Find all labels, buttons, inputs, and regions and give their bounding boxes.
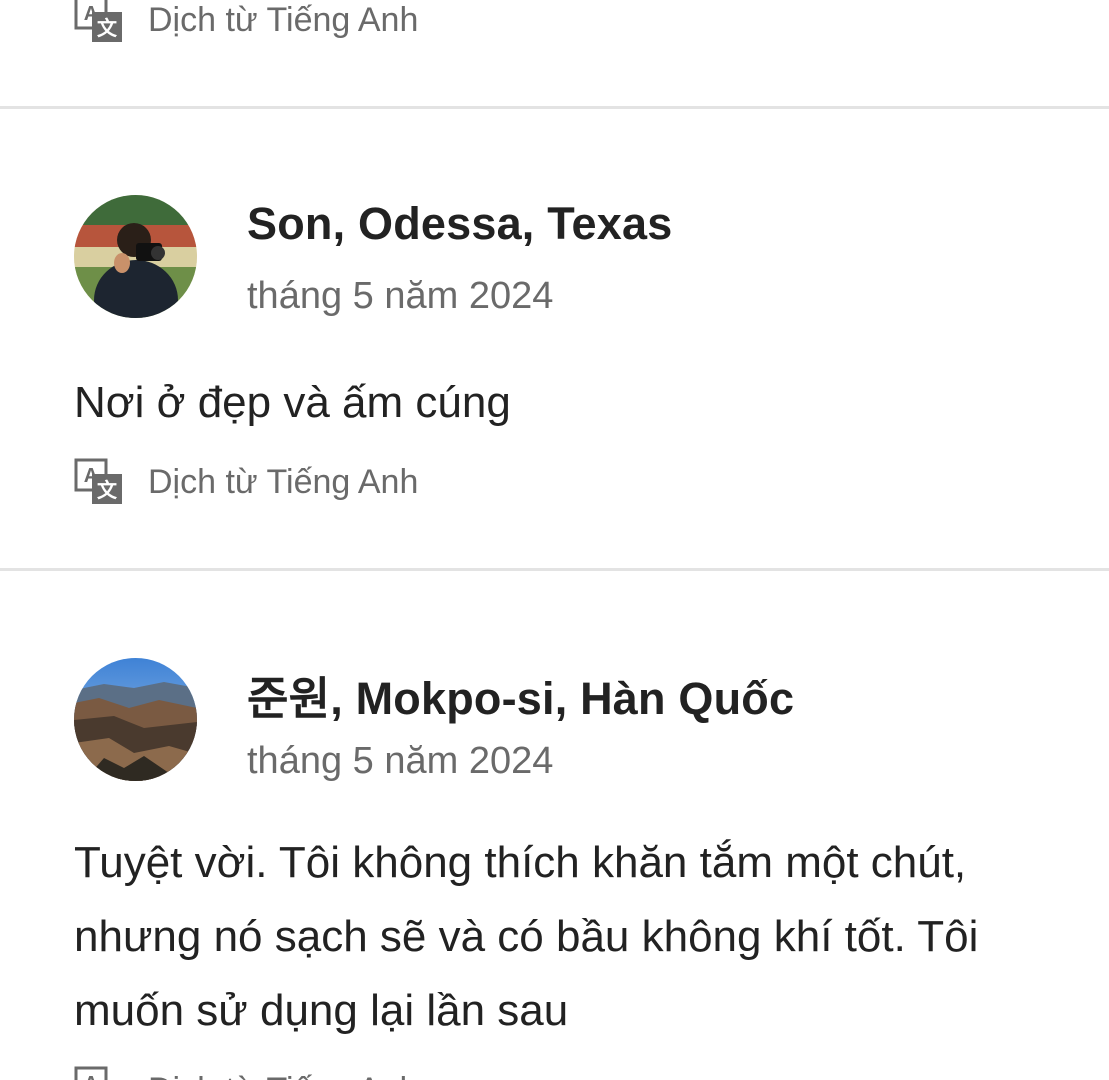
translate-label: Dịch từ Tiếng Anh (148, 1071, 418, 1080)
reviewer-name: 준원, Mokpo-si, Hàn Quốc (247, 673, 795, 724)
svg-text:文: 文 (97, 478, 118, 502)
avatar[interactable] (74, 658, 197, 781)
divider (0, 568, 1109, 571)
translate-link[interactable]: A 文 Dịch từ Tiếng Anh (74, 1066, 418, 1080)
avatar[interactable] (74, 195, 197, 318)
avatar-photo (74, 195, 197, 318)
review-text: Tuyệt vời. Tôi không thích khăn tắm một … (74, 838, 979, 1035)
translate-label: Dịch từ Tiếng Anh (148, 0, 419, 39)
translate-icon: A 文 (74, 1066, 108, 1080)
svg-text:文: 文 (97, 16, 118, 40)
translate-link[interactable]: A 文 Dịch từ Tiếng Anh (74, 0, 418, 44)
review-date: tháng 5 năm 2024 (247, 275, 554, 317)
translate-icon: A 文 (74, 0, 122, 42)
translate-label: Dịch từ Tiếng Anh (148, 462, 419, 501)
divider (0, 106, 1109, 109)
review-text: Nơi ở đẹp và ấm cúng (74, 378, 511, 427)
review-date: tháng 5 năm 2024 (247, 740, 554, 782)
avatar-photo (74, 658, 197, 781)
reviewer-name: Son, Odessa, Texas (247, 198, 673, 249)
svg-text:A: A (84, 1073, 98, 1080)
reviews-page: A 文 Dịch từ Tiếng Anh Son, Odessa, Texas… (0, 0, 1109, 1080)
translate-link[interactable]: A 文 Dịch từ Tiếng Anh (74, 458, 418, 506)
translate-icon: A 文 (74, 458, 122, 504)
